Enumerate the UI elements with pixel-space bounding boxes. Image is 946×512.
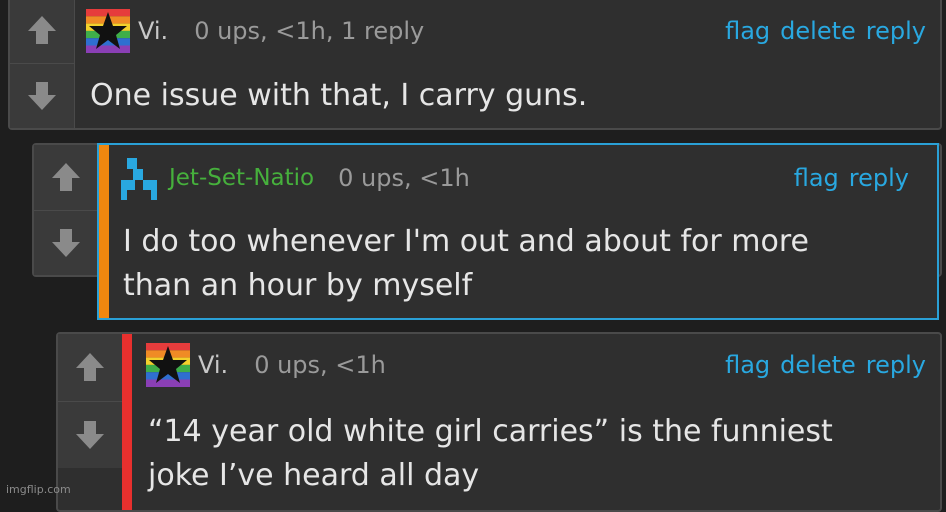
comment-actions: flag delete reply: [725, 351, 926, 379]
comment-2-content: Jet-Set-Natio 0 ups, <1h flag reply I do…: [97, 143, 939, 320]
arrow-down-icon: [52, 228, 80, 257]
downvote-button[interactable]: [34, 211, 98, 276]
username[interactable]: Vi.: [198, 351, 228, 379]
upvote-button[interactable]: [34, 145, 98, 211]
vote-column: [10, 0, 75, 128]
arrow-up-icon: [76, 353, 104, 382]
reply-link[interactable]: reply: [866, 351, 926, 379]
comment-text-line-1: “14 year old white girl carries” is the …: [148, 414, 833, 449]
comment-header: Vi. 0 ups, <1h flag delete reply: [138, 338, 940, 392]
comment-text: I do too whenever I'm out and about for …: [123, 220, 921, 308]
comment-3: Vi. 0 ups, <1h flag delete reply “14 yea…: [56, 332, 942, 512]
upvote-button[interactable]: [10, 0, 74, 64]
vote-column: [34, 145, 99, 275]
delete-link[interactable]: delete: [780, 17, 856, 45]
comment-text-line-2: than an hour by myself: [123, 268, 473, 303]
comment-meta: 0 ups, <1h: [254, 351, 386, 379]
comment-body: Vi. 0 ups, <1h, 1 reply flag delete repl…: [76, 0, 940, 128]
blue-blocks-avatar-icon[interactable]: [117, 156, 161, 200]
username[interactable]: Jet-Set-Natio: [169, 165, 314, 191]
comment-body: Vi. 0 ups, <1h flag delete reply “14 yea…: [138, 334, 940, 510]
upvote-button[interactable]: [58, 334, 122, 402]
downvote-button[interactable]: [10, 64, 74, 129]
depth-bar: [99, 145, 109, 318]
comment-actions: flag delete reply: [725, 17, 926, 45]
comment-meta: 0 ups, <1h, 1 reply: [194, 17, 425, 45]
comment-text-line-2: joke I’ve heard all day: [148, 458, 480, 493]
vote-column: [58, 334, 123, 468]
comment-text: “14 year old white girl carries” is the …: [148, 410, 924, 498]
arrow-down-icon: [28, 81, 56, 110]
watermark: imgflip.com: [6, 483, 71, 496]
comment-text-line-1: I do too whenever I'm out and about for …: [123, 224, 809, 259]
arrow-up-icon: [28, 16, 56, 45]
comment-header: Vi. 0 ups, <1h, 1 reply flag delete repl…: [76, 4, 940, 58]
arrow-down-icon: [76, 420, 104, 449]
flag-link[interactable]: flag: [725, 351, 770, 379]
flag-link[interactable]: flag: [794, 164, 839, 192]
arrow-up-icon: [52, 163, 80, 192]
delete-link[interactable]: delete: [780, 351, 856, 379]
downvote-button[interactable]: [58, 402, 122, 469]
depth-bar: [122, 334, 132, 510]
comment-header: Jet-Set-Natio 0 ups, <1h flag reply: [113, 151, 937, 205]
reply-link[interactable]: reply: [849, 164, 909, 192]
reply-link[interactable]: reply: [866, 17, 926, 45]
rainbow-star-avatar-icon[interactable]: [86, 9, 130, 53]
comment-text: One issue with that, I carry guns.: [90, 78, 588, 113]
flag-link[interactable]: flag: [725, 17, 770, 45]
username[interactable]: Vi.: [138, 17, 168, 45]
comment-meta: 0 ups, <1h: [338, 164, 470, 192]
comment-1: Vi. 0 ups, <1h, 1 reply flag delete repl…: [8, 0, 942, 130]
comment-actions: flag reply: [794, 164, 909, 192]
rainbow-star-avatar-icon[interactable]: [146, 343, 190, 387]
